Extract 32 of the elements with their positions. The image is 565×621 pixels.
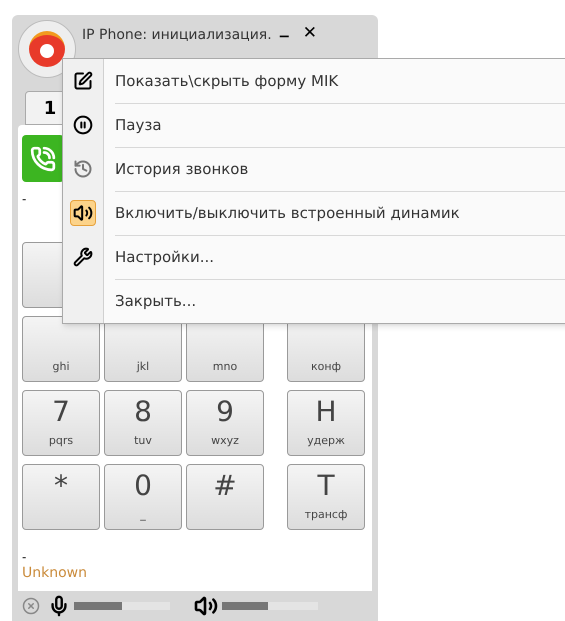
close-button[interactable]: ✕ bbox=[302, 25, 317, 42]
keypad-key[interactable]: # bbox=[186, 464, 264, 530]
minimize-button[interactable]: _ bbox=[280, 19, 289, 37]
menu-item[interactable]: История звонков bbox=[115, 158, 248, 181]
menu-item[interactable]: Включить/выключить встроенный динамик bbox=[115, 202, 460, 225]
caller-name: Unknown bbox=[22, 564, 88, 582]
microphone-level[interactable] bbox=[74, 602, 170, 610]
keypad-key[interactable]: ghi bbox=[22, 316, 100, 382]
keypad-key[interactable]: H удерж bbox=[287, 390, 365, 456]
edit-icon bbox=[73, 71, 93, 91]
keypad-key[interactable]: 0 _ bbox=[104, 464, 182, 530]
speaker-icon bbox=[194, 594, 218, 618]
phone-icon bbox=[30, 146, 56, 172]
window-title: IP Phone: инициализация. bbox=[82, 26, 272, 45]
call-button[interactable] bbox=[22, 135, 64, 182]
keypad-key[interactable]: 7 pqrs bbox=[22, 390, 100, 456]
settings-icon bbox=[73, 247, 93, 267]
caller-number: - bbox=[22, 550, 28, 564]
keypad-key[interactable]: T трансф bbox=[287, 464, 365, 530]
keypad-key[interactable]: * bbox=[22, 464, 100, 530]
keypad-key[interactable]: 9 wxyz bbox=[186, 390, 264, 456]
speaker-icon bbox=[73, 203, 93, 223]
menu-item[interactable]: Настройки... bbox=[115, 246, 214, 269]
speaker-level[interactable] bbox=[222, 602, 318, 610]
keypad-key[interactable]: 8 tuv bbox=[104, 390, 182, 456]
menu-item[interactable]: Показать\скрыть форму MIK bbox=[115, 70, 338, 92]
menu-item[interactable]: Закрыть... bbox=[115, 290, 196, 313]
close-icon bbox=[22, 597, 40, 615]
menu-item[interactable]: Пауза bbox=[115, 114, 162, 137]
call-status: - bbox=[22, 191, 26, 208]
pause-icon bbox=[73, 115, 93, 135]
history-icon bbox=[73, 159, 93, 179]
